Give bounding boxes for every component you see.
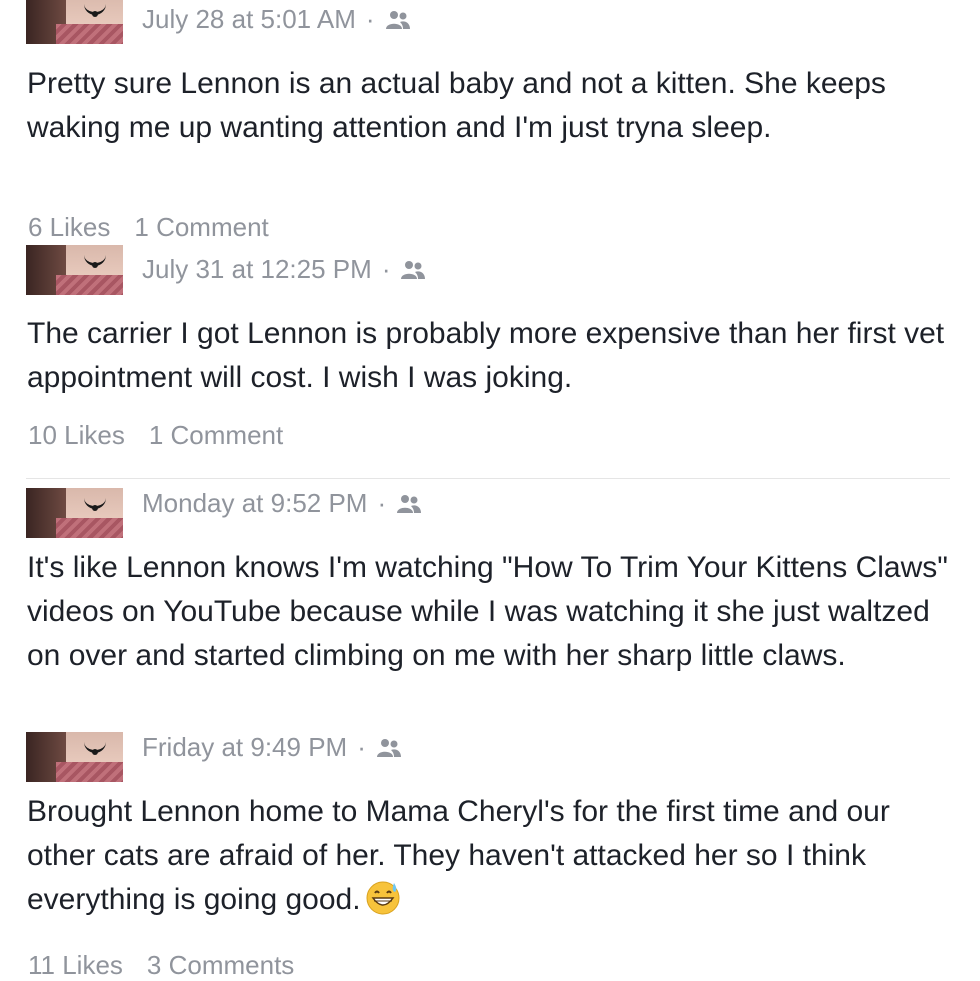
post-text-content: Brought Lennon home to Mama Cheryl's for… — [27, 795, 890, 916]
avatar[interactable] — [26, 488, 123, 538]
comments-count[interactable]: 1 Comment — [134, 212, 268, 242]
post-meta: July 31 at 12:25 PM · — [142, 254, 426, 285]
likes-count[interactable]: 11 Likes — [28, 950, 123, 980]
post-text: It's like Lennon knows I'm watching "How… — [27, 551, 948, 672]
meta-separator: · — [381, 254, 391, 284]
avatar[interactable] — [26, 0, 123, 44]
post-text: Brought Lennon home to Mama Cheryl's for… — [27, 790, 957, 922]
post-stats: 6 Likes 1 Comment — [28, 212, 293, 243]
post-divider — [26, 478, 950, 479]
avatar[interactable] — [26, 245, 123, 295]
avatar[interactable] — [26, 732, 123, 782]
likes-count[interactable]: 6 Likes — [28, 212, 110, 242]
post-meta: Friday at 9:49 PM · — [142, 732, 402, 763]
likes-count[interactable]: 10 Likes — [28, 420, 125, 450]
meta-separator: · — [357, 732, 366, 762]
meta-separator: · — [377, 488, 387, 518]
comments-count[interactable]: 1 Comment — [149, 420, 283, 450]
post-timestamp[interactable]: Monday at 9:52 PM — [142, 488, 367, 519]
post-stats: 11 Likes 3 Comments — [28, 950, 318, 981]
post-text: The carrier I got Lennon is probably mor… — [27, 317, 945, 394]
friends-icon[interactable] — [396, 494, 422, 514]
post-timestamp[interactable]: July 28 at 5:01 AM — [142, 4, 356, 35]
post-timestamp[interactable]: July 31 at 12:25 PM — [142, 254, 372, 285]
friends-icon[interactable] — [376, 738, 402, 758]
post-timestamp[interactable]: Friday at 9:49 PM — [142, 732, 347, 763]
meta-separator: · — [365, 4, 375, 34]
comments-count[interactable]: 3 Comments — [147, 950, 294, 980]
friends-icon[interactable] — [385, 10, 411, 30]
grinning-sweat-emoji — [366, 881, 400, 915]
post-meta: July 28 at 5:01 AM · — [142, 4, 411, 35]
friends-icon[interactable] — [400, 260, 426, 280]
post-stats: 10 Likes 1 Comment — [28, 420, 307, 451]
post-meta: Monday at 9:52 PM · — [142, 488, 422, 519]
post-text: Pretty sure Lennon is an actual baby and… — [27, 67, 886, 144]
